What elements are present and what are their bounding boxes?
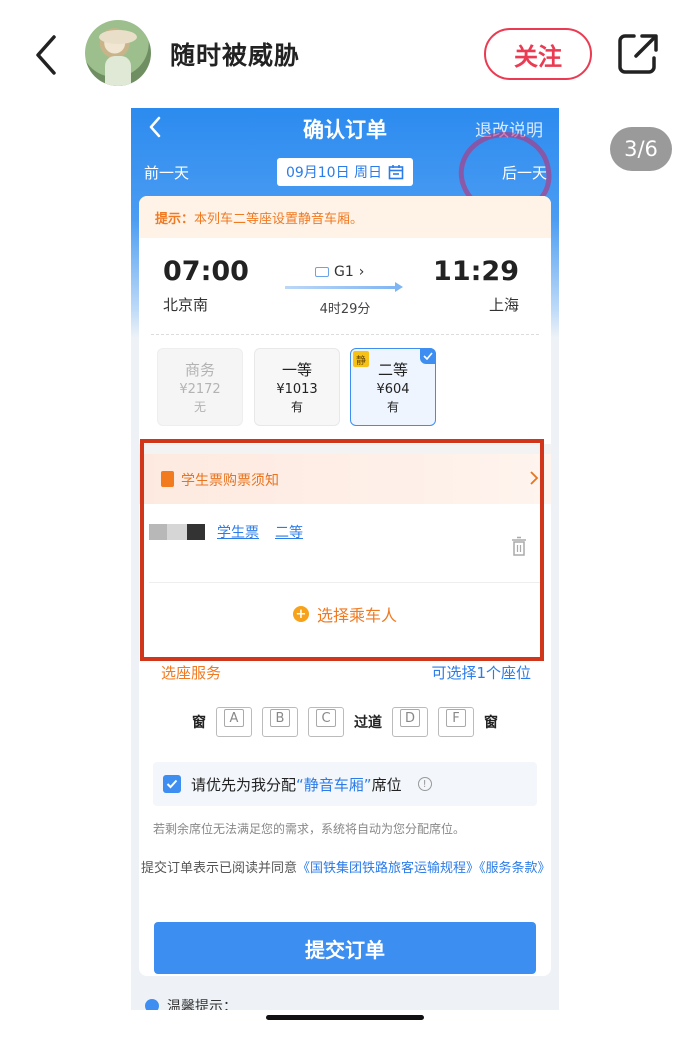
train-info: 07:00 北京南 G1 › 4时29分 11:29 上海	[139, 252, 551, 322]
seat-b: B	[262, 707, 298, 737]
seat-price: ¥1013	[276, 382, 318, 397]
share-icon	[618, 34, 658, 74]
seat-option-first: 一等 ¥1013 有	[254, 348, 340, 426]
post-viewer: 随时被威胁 关注 3/6 确认订单 退改说明 前一天 09月10日 周日 后一天…	[0, 0, 690, 1038]
divider	[151, 334, 539, 335]
seat-letter: D	[400, 709, 420, 727]
seat-a: A	[216, 707, 252, 737]
seat-c: C	[308, 707, 344, 737]
prev-day: 前一天	[144, 164, 190, 182]
seat-name: 商务	[184, 361, 215, 379]
agreement-text: 提交订单表示已阅读并同意《国铁集团铁路旅客运输规程》《服务条款》	[141, 856, 551, 881]
tip-label: 提示：	[155, 212, 195, 227]
train-number: G1 ›	[315, 264, 364, 280]
arrow-line	[285, 282, 403, 292]
agree-link-rules: 《国铁集团铁路旅客运输规程》	[297, 861, 480, 876]
post-header: 随时被威胁 关注	[0, 0, 690, 108]
reminder-text: 温馨提示：	[167, 999, 237, 1010]
preference-text: 请优先为我分配“静音车厢”席位	[191, 774, 402, 795]
seat-service-label: 选座服务	[161, 664, 222, 682]
check-icon	[420, 348, 436, 364]
arrival-time: 11:29	[433, 256, 519, 287]
embedded-screenshot[interactable]: 确认订单 退改说明 前一天 09月10日 周日 后一天 提示：本列车二等座设置静…	[131, 108, 559, 1010]
fallback-note: 若剩余席位无法满足您的需求，系统将自动为您分配席位。	[153, 822, 466, 836]
share-button[interactable]	[616, 30, 660, 76]
seat-availability: 有	[386, 400, 399, 414]
seat-price: ¥604	[376, 382, 410, 397]
info-dot-icon	[145, 999, 159, 1010]
window-label: 窗	[484, 715, 498, 731]
avatar[interactable]	[85, 20, 151, 86]
calendar-icon	[388, 165, 404, 180]
submit-order-button: 提交订单	[154, 922, 536, 974]
follow-button[interactable]: 关注	[484, 28, 592, 80]
image-counter: 3/6	[610, 127, 672, 171]
quiet-tag: 静	[353, 351, 369, 367]
tip-text: 本列车二等座设置静音车厢。	[194, 212, 364, 227]
annotation-box	[140, 439, 544, 661]
seat-name: 一等	[281, 361, 312, 379]
departure-time: 07:00	[163, 256, 249, 287]
pref-post: 席位	[371, 775, 402, 794]
username[interactable]: 随时被威胁	[170, 36, 300, 72]
seat-price: ¥2172	[179, 382, 221, 397]
back-button[interactable]	[26, 30, 66, 80]
ticket-icon	[315, 267, 329, 277]
seat-letter: A	[224, 709, 244, 727]
agree-link-terms: 《服务条款》	[479, 861, 551, 876]
chevron-left-icon	[36, 35, 56, 75]
pref-em: “静音车厢”	[296, 775, 372, 794]
seat-availability: 无	[193, 400, 206, 414]
train-number-text: G1	[334, 264, 354, 280]
seat-option-business: 商务 ¥2172 无	[157, 348, 243, 426]
seat-option-second: 静 二等 ¥604 有	[350, 348, 436, 426]
info-icon: !	[417, 777, 432, 791]
quiet-car-preference: 请优先为我分配“静音车厢”席位 !	[153, 762, 537, 806]
seat-letter: F	[446, 709, 466, 727]
date-picker: 09月10日 周日	[277, 158, 413, 186]
agree-pre: 提交订单表示已阅读并同意	[141, 861, 298, 876]
home-indicator[interactable]	[266, 1015, 424, 1020]
seat-letter: B	[270, 709, 290, 727]
tip-bar: 提示：本列车二等座设置静音车厢。	[139, 196, 551, 238]
checkbox-checked	[163, 775, 181, 793]
reminder: 温馨提示：	[145, 996, 237, 1010]
seat-d: D	[392, 707, 428, 737]
seat-letter: C	[316, 709, 336, 727]
seat-availability: 有	[290, 400, 303, 414]
date-text: 09月10日 周日	[285, 165, 383, 181]
seat-f: F	[438, 707, 474, 737]
seat-map: 窗 A B C 过道 D F 窗	[139, 702, 551, 742]
aisle-label: 过道	[354, 715, 382, 731]
pref-pre: 请优先为我分配	[191, 775, 297, 794]
seat-service-hint: 可选择1个座位	[431, 664, 531, 682]
window-label: 窗	[192, 715, 206, 731]
arrival-station: 上海	[488, 296, 519, 314]
chevron-right-icon: ›	[358, 264, 365, 280]
